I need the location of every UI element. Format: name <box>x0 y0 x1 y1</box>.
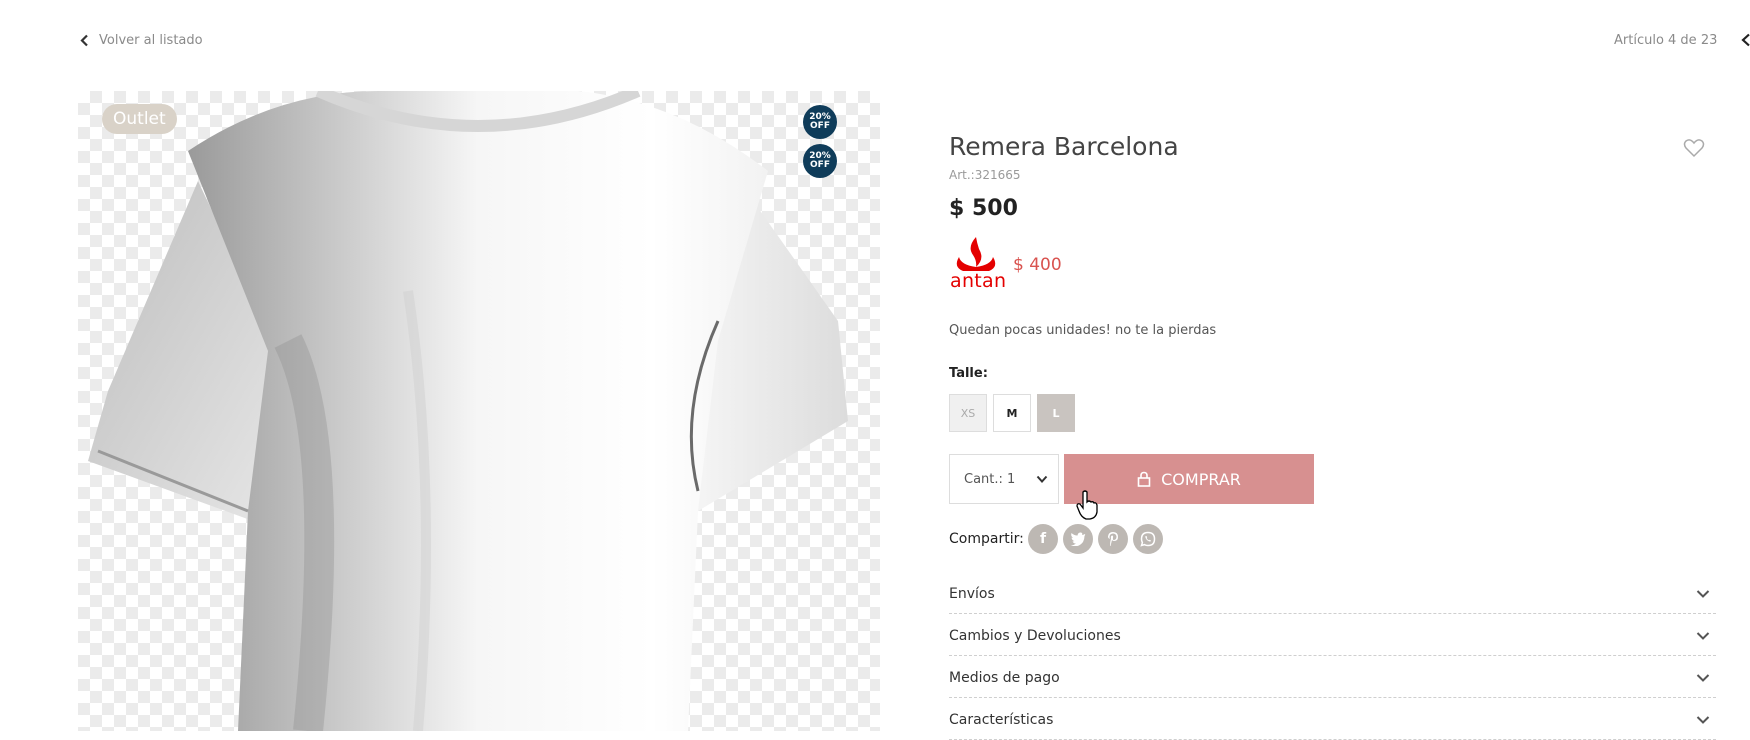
size-option-l[interactable]: L <box>1037 394 1075 432</box>
top-bar: Volver al listado Artículo 4 de 23 <box>0 0 1750 80</box>
chevron-down-icon <box>1036 475 1048 483</box>
facebook-icon[interactable]: f <box>1028 524 1058 554</box>
accordion-label: Medios de pago <box>949 669 1060 686</box>
size-option-label: XS <box>960 406 976 420</box>
hand-cursor-icon <box>1076 490 1098 520</box>
whatsapp-icon[interactable] <box>1133 524 1163 554</box>
buy-button[interactable]: COMPRAR <box>1064 454 1314 504</box>
heart-icon[interactable] <box>1683 138 1705 158</box>
size-option-label: M <box>1006 406 1018 420</box>
chevron-down-icon <box>1696 632 1710 640</box>
size-option-m[interactable]: M <box>993 394 1031 432</box>
back-to-list-link[interactable]: Volver al listado <box>79 33 203 48</box>
accordion-label: Envíos <box>949 585 995 602</box>
whatsapp-glyph <box>1140 531 1156 547</box>
size-label: Talle: <box>949 366 988 381</box>
outlet-badge: Outlet <box>102 104 177 134</box>
chevron-down-icon <box>1696 674 1710 682</box>
previous-article-icon[interactable] <box>1740 33 1750 47</box>
product-image[interactable]: Outlet 20% OFF 20% OFF <box>78 91 880 731</box>
discount-badge: 20% OFF <box>803 105 837 139</box>
accordion-label: Cambios y Devoluciones <box>949 627 1121 644</box>
product-title: Remera Barcelona <box>949 132 1179 161</box>
accordion-shipping[interactable]: Envíos <box>949 574 1716 614</box>
buy-button-label: COMPRAR <box>1161 469 1241 489</box>
share-label: Compartir: <box>949 531 1024 547</box>
twitter-bird-glyph <box>1070 532 1086 546</box>
size-option-label: L <box>1052 406 1060 420</box>
accordion-payment-methods[interactable]: Medios de pago <box>949 658 1716 698</box>
accordion-features[interactable]: Características <box>949 700 1716 740</box>
chevron-down-icon <box>1696 590 1710 598</box>
accordion-label: Características <box>949 711 1054 728</box>
chevron-down-icon <box>1696 716 1710 724</box>
bank-logo-text: antan <box>950 270 1007 292</box>
stock-message: Quedan pocas unidades! no te la pierdas <box>949 323 1217 338</box>
quantity-label: Cant.: 1 <box>964 471 1016 487</box>
size-option-xs[interactable]: XS <box>949 394 987 432</box>
product-sku: Art.:321665 <box>949 168 1021 182</box>
discount-badge-off: OFF <box>810 121 830 131</box>
pinterest-icon[interactable] <box>1098 524 1128 554</box>
lock-icon <box>1137 471 1151 487</box>
quantity-select[interactable]: Cant.: 1 <box>949 454 1059 504</box>
twitter-icon[interactable] <box>1063 524 1093 554</box>
discount-badge-off: OFF <box>810 160 830 170</box>
article-counter: Artículo 4 de 23 <box>1614 33 1718 48</box>
back-link-label: Volver al listado <box>99 33 203 48</box>
pinterest-glyph <box>1108 532 1118 546</box>
product-price: $ 500 <box>949 196 1018 221</box>
discount-badge: 20% OFF <box>803 144 837 178</box>
accordion-returns[interactable]: Cambios y Devoluciones <box>949 616 1716 656</box>
chevron-left-icon <box>80 34 88 47</box>
t-shirt-image <box>88 91 848 731</box>
bank-promo-price: $ 400 <box>1013 255 1062 275</box>
